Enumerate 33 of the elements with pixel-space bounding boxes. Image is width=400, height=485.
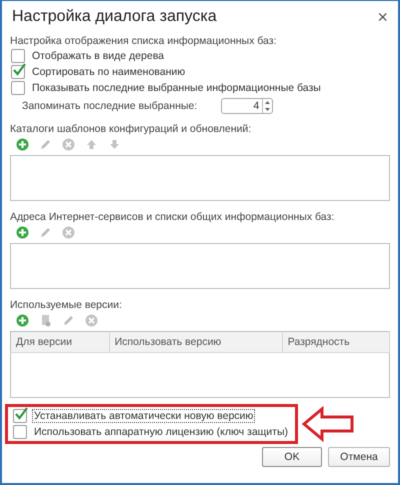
checkbox-label[interactable]: Показывать последние выбранные информационные базы <box>30 81 323 95</box>
checkbox[interactable] <box>13 409 27 423</box>
checkmark-icon <box>12 63 26 77</box>
column-header[interactable]: Использовать версию <box>109 332 282 352</box>
add-icon[interactable] <box>16 138 29 150</box>
column-header[interactable]: Для версии <box>10 332 110 352</box>
close-button[interactable]: × <box>377 8 388 26</box>
checkbox[interactable] <box>13 425 27 439</box>
section-label: Настройка отображения списка информационных баз: <box>10 34 278 48</box>
checkbox[interactable] <box>11 65 25 79</box>
templates-list[interactable] <box>10 155 390 201</box>
column-header[interactable]: Разрядность <box>282 332 390 352</box>
field-label: Запоминать последние выбранные: <box>22 100 198 112</box>
section-label: Используемые версии: <box>10 298 123 312</box>
section-label: Адреса Интернет-сервисов и списки общих информационных баз: <box>10 210 336 224</box>
checkbox-label[interactable]: Отображать в виде дерева <box>30 49 166 63</box>
ok-button[interactable]: OK <box>262 447 322 467</box>
window-title: Настройка диалога запуска <box>12 8 217 26</box>
cancel-button[interactable]: Отмена <box>328 447 390 467</box>
checkbox[interactable] <box>11 81 25 95</box>
checkbox[interactable] <box>11 49 25 63</box>
services-list[interactable] <box>10 243 390 289</box>
number-spinner[interactable]: 4 <box>221 98 274 114</box>
checkbox-label[interactable]: Использовать аппаратную лицензию (ключ защиты) <box>32 425 290 439</box>
spinner-value: 4 <box>252 100 260 112</box>
add-icon[interactable] <box>16 226 29 238</box>
section-label: Каталоги шаблонов конфигураций и обновлений: <box>10 122 252 136</box>
versions-table[interactable]: Для версии Использовать версию Разрядность <box>10 331 390 398</box>
checkbox-label[interactable]: Устанавливать автоматически новую версию <box>32 409 256 423</box>
checkmark-icon <box>14 407 28 421</box>
add-icon[interactable] <box>16 314 29 326</box>
spin-arrows-icon <box>265 100 270 112</box>
checkbox-label[interactable]: Сортировать по наименованию <box>30 65 188 79</box>
